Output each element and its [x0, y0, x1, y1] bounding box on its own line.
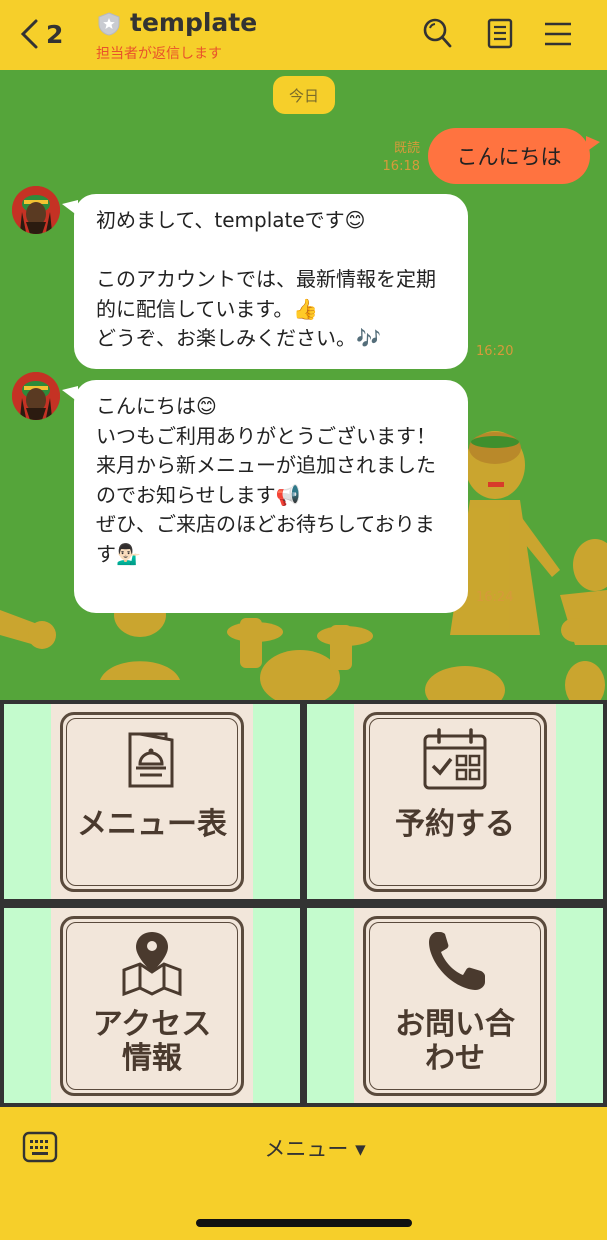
rich-menu-label: お問い合 わせ	[395, 1007, 515, 1076]
search-icon	[423, 18, 452, 48]
outgoing-time: 16:18	[382, 159, 420, 174]
chat-subtitle: 担当者が返信します	[96, 46, 222, 62]
map-pin-icon	[122, 932, 182, 997]
keyboard-icon[interactable]	[22, 1129, 58, 1165]
bottom-bar: メニュー ▾	[0, 1107, 607, 1240]
avatar-image	[12, 186, 60, 234]
incoming-message[interactable]: こんにちは😊 いつもご利用ありがとうございます！ 来月から新メニューが追加されま…	[62, 380, 468, 613]
chat-area[interactable]: 今日 既読 16:18 こんにちは 初めまして、templateです😊 このアカ…	[0, 70, 607, 700]
outgoing-message[interactable]: こんにちは	[428, 128, 600, 184]
chevron-left-icon	[20, 19, 38, 49]
search-button[interactable]	[420, 16, 454, 50]
outgoing-meta: 既読 16:18	[374, 140, 420, 176]
calendar-icon	[423, 728, 487, 790]
read-receipt: 既読	[393, 141, 420, 156]
shield-badge-icon	[98, 12, 120, 36]
rich-menu-reservation[interactable]: 予約する	[307, 704, 603, 899]
phone-icon	[429, 932, 485, 990]
note-list-icon	[487, 18, 513, 49]
rich-menu-access[interactable]: アクセス 情報	[4, 908, 300, 1103]
rich-menu-contact[interactable]: お問い合 わせ	[307, 908, 603, 1103]
incoming-time: 16:24	[476, 590, 514, 605]
incoming-time: 16:20	[476, 344, 514, 359]
date-separator: 今日	[273, 76, 335, 114]
incoming-message[interactable]: 初めまして、templateです😊 このアカウントでは、最新情報を定期的に配信し…	[62, 194, 468, 369]
rich-menu-label: メニュー表	[77, 807, 227, 842]
avatar[interactable]	[12, 186, 60, 234]
rich-menu-toggle[interactable]: メニュー ▾	[230, 1133, 400, 1167]
rich-menu-menu-list[interactable]: メニュー表	[4, 704, 300, 899]
unread-count: 2	[46, 19, 64, 49]
rich-menu-label: 予約する	[395, 807, 515, 842]
hamburger-icon	[545, 22, 571, 46]
chat-title: template	[130, 8, 258, 37]
home-indicator	[196, 1219, 412, 1227]
avatar-image	[12, 372, 60, 420]
avatar[interactable]	[12, 372, 60, 420]
rich-menu-label: アクセス 情報	[92, 1007, 212, 1076]
back-button[interactable]: 2	[18, 14, 78, 54]
menu-book-icon	[128, 732, 174, 788]
hamburger-menu-button[interactable]	[541, 16, 575, 50]
rich-menu: メニュー表 予約する アクセス 情報 お問い合 わせ	[0, 700, 607, 1107]
notes-button[interactable]	[483, 16, 517, 50]
chat-header: 2 template 担当者が返信します	[0, 0, 607, 70]
